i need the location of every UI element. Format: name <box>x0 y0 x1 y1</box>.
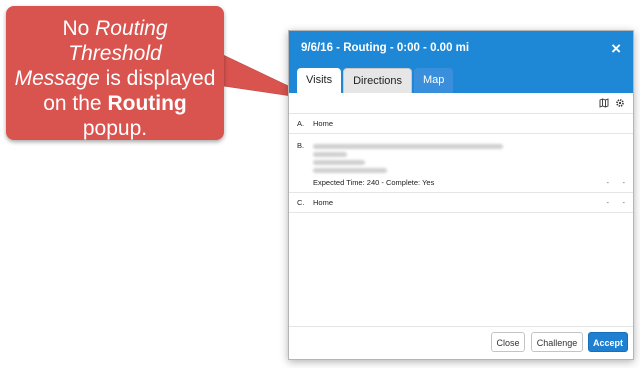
stop-value-1: - <box>606 198 610 207</box>
callout-line-3: on the Routing <box>43 92 187 115</box>
stop-name: Home <box>313 198 334 207</box>
redacted-address-line <box>313 160 365 165</box>
challenge-button[interactable]: Challenge <box>531 332 583 352</box>
tab-map[interactable]: Map <box>414 68 454 93</box>
tab-visits[interactable]: Visits <box>297 68 342 93</box>
redacted-address-line <box>313 144 503 149</box>
routing-dialog: 9/6/16 - Routing - 0:00 - 0.00 mi × Visi… <box>288 30 634 360</box>
visits-toolbar <box>289 93 633 114</box>
dialog-footer: Close Challenge Accept <box>289 326 633 359</box>
redacted-address-line <box>313 152 347 157</box>
stop-row-c[interactable]: C. Home - - <box>289 193 633 213</box>
stop-name: Home <box>313 119 334 128</box>
callout-line-1: No Routing Threshold <box>62 17 168 65</box>
redacted-address-line <box>313 168 387 173</box>
tab-bar: Visits Directions Map <box>297 68 454 93</box>
stop-value-1: - <box>606 178 610 187</box>
stop-value-2: - <box>622 198 626 207</box>
stop-row-a[interactable]: A. Home <box>289 114 633 134</box>
stop-letter: B. <box>297 141 305 150</box>
dialog-header: 9/6/16 - Routing - 0:00 - 0.00 mi × Visi… <box>289 31 633 93</box>
stop-body: Expected Time: 240 - Complete: Yes <box>313 141 593 187</box>
accept-button[interactable]: Accept <box>588 332 628 352</box>
callout-line-2: Message is displayed <box>14 67 216 90</box>
callout-line-4: popup. <box>82 117 148 140</box>
stop-expected-time: Expected Time: 240 - Complete: Yes <box>313 178 435 187</box>
tab-directions[interactable]: Directions <box>343 68 412 93</box>
stop-letter: C. <box>297 198 305 207</box>
dialog-title: 9/6/16 - Routing - 0:00 - 0.00 mi <box>301 42 470 54</box>
stop-value-2: - <box>622 178 626 187</box>
close-button[interactable]: Close <box>491 332 525 352</box>
gear-icon[interactable] <box>615 98 625 108</box>
annotation-callout: No Routing Threshold Message is displaye… <box>6 6 224 140</box>
stop-row-b[interactable]: B. Expected Time: 240 - Complete: Yes - … <box>289 134 633 193</box>
map-icon[interactable] <box>599 98 609 108</box>
stop-letter: A. <box>297 119 305 128</box>
close-icon[interactable]: × <box>611 39 621 59</box>
